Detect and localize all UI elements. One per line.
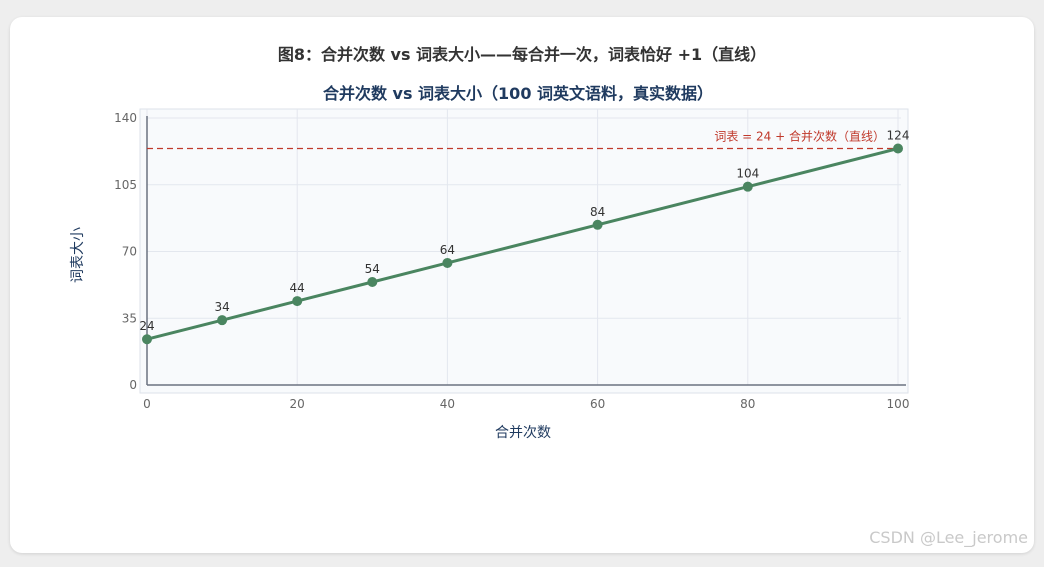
data-label: 104	[736, 167, 759, 181]
y-tick-label: 140	[114, 111, 137, 125]
vocab-size-line-chart: 合并次数 vs 词表大小（100 词英文语料，真实数据） 合并次数 词表大小 0…	[70, 84, 910, 441]
data-label: 34	[214, 300, 229, 314]
data-point	[742, 181, 753, 192]
data-point	[217, 315, 228, 326]
watermark: CSDN @Lee_jerome	[869, 528, 1028, 547]
plot-area: 0 35 70 105 140 0 20 40 60 80 100 词表 = 24 + 合并次数（直线…	[114, 108, 910, 411]
data-point	[592, 219, 603, 230]
y-tick-label: 0	[129, 378, 137, 392]
data-point	[142, 334, 152, 345]
x-tick-label: 40	[440, 397, 455, 411]
data-point	[442, 257, 453, 268]
y-tick-label: 70	[122, 245, 137, 259]
y-tick-label: 105	[114, 178, 137, 192]
data-point	[893, 143, 903, 154]
data-label: 84	[590, 205, 605, 219]
data-label: 124	[887, 129, 910, 143]
chart-title: 合并次数 vs 词表大小（100 词英文语料，真实数据）	[323, 84, 713, 103]
x-axis-label: 合并次数	[495, 425, 551, 441]
data-label: 44	[290, 281, 305, 295]
data-label: 54	[365, 262, 380, 276]
x-tick-label: 0	[143, 397, 151, 411]
x-tick-label: 80	[740, 397, 755, 411]
data-label: 64	[440, 243, 455, 257]
y-axis-label: 词表大小	[70, 227, 86, 283]
y-tick-label: 35	[122, 311, 137, 325]
reference-line-label: 词表 = 24 + 合并次数（直线）	[714, 129, 885, 144]
data-point	[367, 277, 378, 288]
x-tick-label: 20	[290, 397, 305, 411]
x-tick-label: 100	[887, 397, 910, 411]
x-tick-label: 60	[590, 397, 605, 411]
data-point	[292, 296, 303, 307]
data-label: 24	[139, 319, 154, 333]
figure-card: 图8：合并次数 vs 词表大小——每合并一次，词表恰好 +1（直线） 合并次数 …	[10, 17, 1034, 553]
